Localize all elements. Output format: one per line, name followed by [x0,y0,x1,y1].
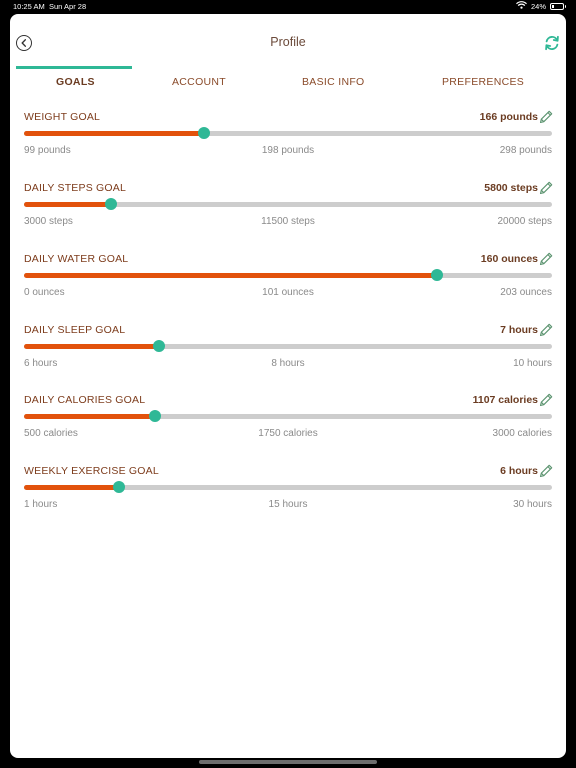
sleep-goal-slider[interactable] [24,340,552,352]
slider-fill [24,343,159,349]
status-time: 10:25 AM [13,2,45,11]
goal-label: DAILY SLEEP GOAL [24,324,126,336]
slider-thumb[interactable] [105,198,118,210]
wifi-icon [516,1,527,11]
slider-fill [24,201,112,207]
exercise-goal-slider[interactable] [24,481,552,493]
range-mid: 198 pounds [261,145,315,156]
status-date: Sun Apr 28 [49,2,87,11]
edit-water-goal-button[interactable] [538,251,554,267]
slider-fill [24,484,120,490]
range-mid: 11500 steps [261,216,315,227]
range-min: 3000 steps [24,216,73,227]
edit-steps-goal-button[interactable] [538,180,554,196]
range-mid: 101 ounces [262,287,314,298]
goal-daily-water: DAILY WATER GOAL 160 ounces 0 ounces 101… [24,251,554,315]
slider-fill [24,130,204,136]
goal-value: 160 ounces [480,253,538,265]
range-min: 0 ounces [24,287,65,298]
goal-daily-steps: DAILY STEPS GOAL 5800 steps 3000 steps 1… [24,180,554,244]
range-min: 6 hours [24,358,58,369]
steps-goal-slider[interactable] [24,198,552,210]
calories-goal-slider[interactable] [24,410,552,422]
goal-daily-sleep: DAILY SLEEP GOAL 7 hours 6 hours 8 hours… [24,322,554,386]
range-mid: 8 hours [271,358,305,369]
tab-bar: GOALS ACCOUNT BASIC INFO PREFERENCES [10,66,566,106]
status-bar: 10:25 AM Sun Apr 28 24% [0,0,576,13]
slider-thumb[interactable] [197,127,210,139]
goal-value: 6 hours [500,465,538,477]
edit-weight-goal-button[interactable] [538,109,554,125]
page-title: Profile [270,35,306,49]
range-min: 99 pounds [24,145,71,156]
battery-fill [552,4,555,8]
range-max: 298 pounds [499,145,552,156]
slider-thumb[interactable] [430,269,443,281]
slider-fill [24,413,155,419]
range-max: 3000 calories [492,428,552,439]
tab-active-indicator [16,66,132,69]
goal-value: 7 hours [500,324,538,336]
edit-calories-goal-button[interactable] [538,392,554,408]
range-mid: 15 hours [268,499,308,510]
tab-account[interactable]: ACCOUNT [172,76,226,88]
range-max: 20000 steps [497,216,553,227]
goal-value: 1107 calories [472,394,538,406]
range-min: 500 calories [24,428,78,439]
range-min: 1 hours [24,499,58,510]
tab-preferences[interactable]: PREFERENCES [442,76,524,88]
goal-label: DAILY STEPS GOAL [24,182,127,194]
slider-thumb[interactable] [152,340,165,352]
goal-label: WEEKLY EXERCISE GOAL [24,465,159,477]
tab-goals[interactable]: GOALS [56,76,95,88]
battery-percent: 24% [530,1,546,11]
range-max: 30 hours [513,499,552,510]
battery-icon [550,2,566,10]
goal-value: 166 pounds [479,111,538,123]
range-mid: 1750 calories [258,428,318,439]
goal-daily-calories: DAILY CALORIES GOAL 1107 calories 500 ca… [24,392,554,456]
slider-thumb[interactable] [148,410,161,422]
goal-label: DAILY CALORIES GOAL [24,394,146,406]
profile-sheet: Profile GOALS ACCOUNT BASIC INFO PREFERE… [10,14,566,758]
goal-label: DAILY WATER GOAL [24,253,129,265]
slider-fill [24,272,437,278]
range-max: 203 ounces [500,287,552,298]
goal-label: WEIGHT GOAL [24,111,101,123]
sync-icon [543,35,561,56]
weight-goal-slider[interactable] [24,127,552,139]
status-right: 24% [516,1,566,11]
water-goal-slider[interactable] [24,269,552,281]
range-max: 10 hours [513,358,552,369]
goal-value: 5800 steps [484,182,538,194]
home-indicator[interactable] [199,760,377,764]
tab-basic-info[interactable]: BASIC INFO [302,76,365,88]
edit-exercise-goal-button[interactable] [538,463,554,479]
goal-weekly-exercise: WEEKLY EXERCISE GOAL 6 hours 1 hours 15 … [24,463,554,527]
goal-weight: WEIGHT GOAL 166 pounds 99 pounds 198 pou… [24,109,554,173]
edit-sleep-goal-button[interactable] [538,322,554,338]
slider-thumb[interactable] [113,481,126,493]
sync-button[interactable] [543,34,561,52]
